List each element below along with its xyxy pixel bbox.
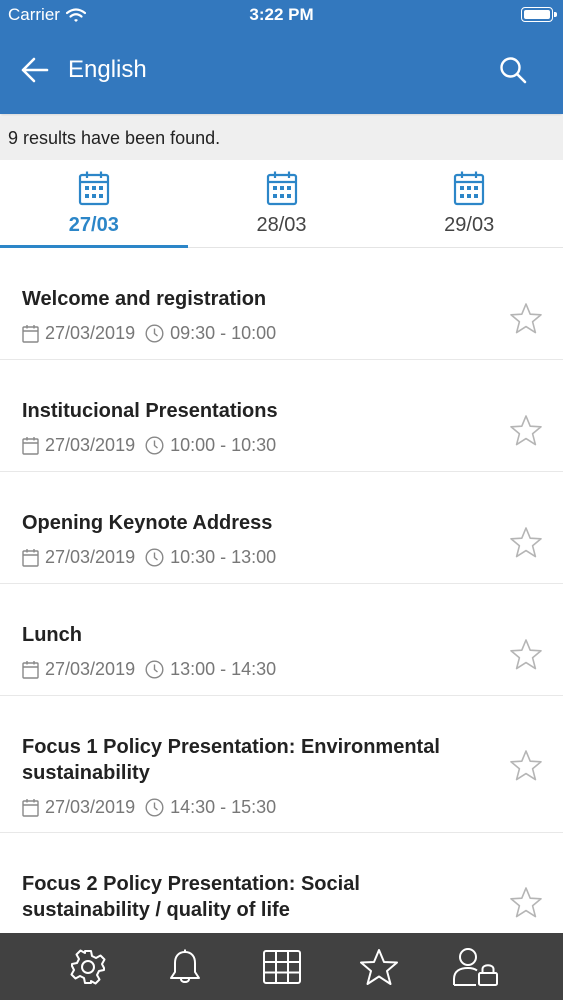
event-time: 09:30 - 10:00 — [170, 322, 277, 343]
status-time: 3:22 PM — [249, 5, 314, 24]
event-meta: 27/03/2019 09:30 - 10:00 — [22, 321, 483, 345]
date-tab-label: 27/03 — [68, 214, 119, 236]
event-time: 10:30 - 13:00 — [170, 546, 277, 567]
user-lock-icon — [452, 947, 498, 986]
date-tab-0[interactable]: 27/03 — [0, 160, 188, 248]
event-time: 13:00 - 14:30 — [170, 658, 277, 679]
event-meta: 27/03/2019 13:00 - 14:30 — [22, 657, 483, 681]
arrow-left-icon[interactable] — [20, 55, 50, 85]
star-icon[interactable] — [509, 749, 543, 783]
event-title: Focus 1 Policy Presentation: Environment… — [22, 736, 440, 784]
event-item[interactable]: Lunch 27/03/2019 13:00 - 14:30 — [0, 584, 563, 696]
calendar-icon — [78, 171, 109, 206]
calendar-icon — [22, 324, 39, 343]
grid-icon — [262, 949, 301, 984]
event-meta: 27/03/2019 10:30 - 13:00 — [22, 545, 483, 569]
tab-favorites[interactable] — [330, 933, 427, 1000]
page-title: English — [68, 56, 147, 83]
calendar-icon — [454, 171, 485, 206]
star-icon[interactable] — [509, 526, 543, 560]
date-tab-2[interactable]: 29/03 — [375, 160, 563, 247]
tab-grid[interactable] — [233, 933, 330, 1000]
date-tab-1[interactable]: 28/03 — [188, 160, 376, 247]
event-item[interactable]: Institucional Presentations 27/03/2019 10:… — [0, 360, 563, 472]
calendar-icon — [22, 798, 39, 817]
bell-icon — [169, 949, 200, 983]
event-list: Welcome and registration 27/03/2019 09:30 … — [0, 248, 563, 970]
bottom-tab-bar — [0, 933, 563, 1000]
tab-settings[interactable] — [39, 933, 136, 1000]
event-title: Opening Keynote Address — [22, 512, 273, 534]
date-tab-label: 29/03 — [444, 214, 495, 236]
star-icon[interactable] — [509, 414, 543, 448]
event-date: 27/03/2019 — [45, 434, 136, 455]
search-icon[interactable] — [499, 56, 527, 84]
header: Carrier 3:22 PM English — [0, 0, 563, 114]
app: Carrier 3:22 PM English 9 results have b… — [0, 0, 563, 1000]
event-item[interactable]: Opening Keynote Address 27/03/2019 10:30 -… — [0, 472, 563, 584]
event-date: 27/03/2019 — [45, 658, 136, 679]
battery-icon — [521, 7, 557, 22]
event-title: Institucional Presentations — [22, 400, 278, 422]
calendar-icon — [266, 171, 297, 206]
status-bar: Carrier 3:22 PM — [0, 0, 563, 30]
event-date: 27/03/2019 — [45, 322, 136, 343]
calendar-icon — [22, 660, 39, 679]
clock-icon — [145, 435, 164, 455]
event-meta: 27/03/2019 14:30 - 15:30 — [22, 795, 483, 819]
clock-icon — [145, 547, 164, 567]
date-tab-label: 28/03 — [256, 214, 307, 236]
calendar-icon — [22, 436, 39, 455]
event-time: 14:30 - 15:30 — [170, 796, 277, 817]
event-time: 10:00 - 10:30 — [170, 434, 277, 455]
results-count: 9 results have been found. — [0, 116, 563, 160]
event-title: Lunch — [22, 624, 82, 646]
tab-account[interactable] — [427, 933, 524, 1000]
star-icon[interactable] — [509, 638, 543, 672]
star-icon[interactable] — [509, 886, 543, 920]
gear-icon — [70, 949, 105, 984]
date-tabs: 27/03 28/03 29/03 — [0, 160, 563, 248]
clock-icon — [145, 797, 164, 817]
clock-icon — [145, 659, 164, 679]
event-title: Welcome and registration — [22, 288, 267, 310]
star-icon — [359, 948, 398, 985]
event-item[interactable]: Welcome and registration 27/03/2019 09:30 … — [0, 248, 563, 360]
clock-icon — [145, 323, 164, 343]
event-item[interactable]: Focus 1 Policy Presentation: Environment… — [0, 696, 563, 833]
tab-notifications[interactable] — [136, 933, 233, 1000]
calendar-icon — [22, 548, 39, 567]
event-title: Focus 2 Policy Presentation: Social sust… — [22, 873, 360, 921]
event-meta: 27/03/2019 10:00 - 10:30 — [22, 433, 483, 457]
event-date: 27/03/2019 — [45, 796, 136, 817]
star-icon[interactable] — [509, 302, 543, 336]
event-date: 27/03/2019 — [45, 546, 136, 567]
